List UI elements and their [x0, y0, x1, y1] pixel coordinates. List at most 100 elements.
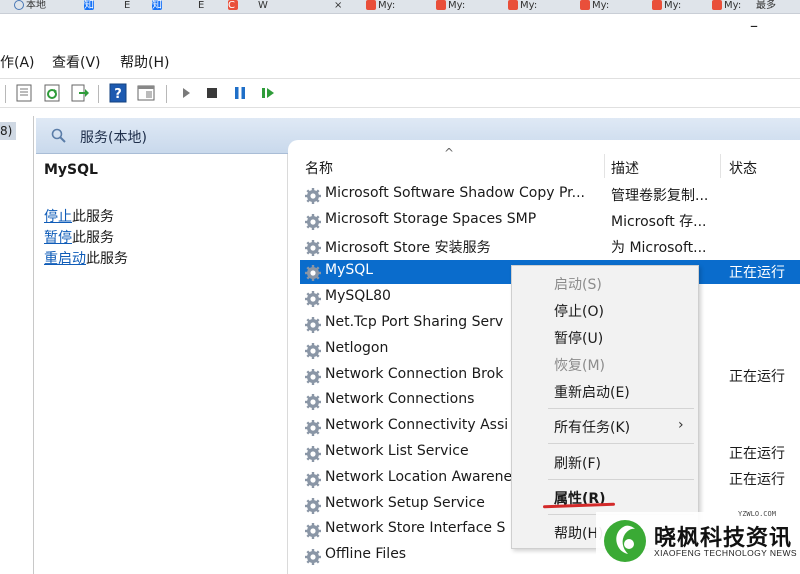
service-status: 正在运行: [729, 265, 785, 282]
menu-item-pause[interactable]: 暂停(U): [554, 328, 603, 348]
column-header-description[interactable]: 描述: [611, 158, 639, 178]
menu-item-all-tasks[interactable]: 所有任务(K): [554, 417, 630, 437]
menu-item-resume: 恢复(M): [554, 358, 606, 374]
taskbar-item-6[interactable]: W: [258, 0, 268, 13]
taskbar-strip: 本地 知 Ë 知 Ë C W × My: My: My: My: My: My:…: [0, 0, 800, 14]
tab-icon: [580, 0, 590, 10]
column-header-name[interactable]: 名称: [305, 158, 333, 178]
tab-icon: [436, 0, 446, 10]
watermark: YZWLO.COM 晓枫科技资讯 XIAOFENG TECHNOLOGY NEW…: [596, 510, 800, 574]
gear-icon: [304, 497, 322, 515]
minimize-button[interactable]: –: [744, 14, 764, 40]
service-status: 正在运行: [729, 368, 785, 385]
column-header-status[interactable]: 状态: [729, 158, 757, 178]
console-tree: 8): [0, 116, 34, 574]
pause-icon[interactable]: [230, 83, 250, 103]
service-description: 为 Microsoft...: [611, 239, 707, 256]
gear-icon: [304, 471, 322, 489]
show-hide-icon[interactable]: [136, 83, 156, 103]
menu-item-start: 启动(S): [554, 277, 602, 293]
stop-link[interactable]: 停止: [44, 209, 72, 225]
tab-icon: [366, 0, 376, 10]
taskbar-item-1[interactable]: 知: [84, 0, 94, 13]
service-description: 管理卷影复制...: [611, 188, 709, 204]
taskbar-item-4[interactable]: Ë: [198, 0, 204, 13]
restart-link[interactable]: 重启动: [44, 251, 86, 267]
menu-action[interactable]: 作(A): [0, 52, 35, 72]
watermark-subtitle: XIAOFENG TECHNOLOGY NEWS: [654, 548, 797, 558]
tab-icon: [508, 0, 518, 10]
stop-action: 停止此服务: [44, 209, 114, 225]
taskbar-item-11[interactable]: My:: [580, 0, 609, 13]
column-divider[interactable]: [604, 154, 605, 178]
gear-icon: [304, 368, 322, 386]
taskbar-item-3[interactable]: 知: [152, 0, 162, 13]
sort-ascending-icon: ^: [444, 146, 455, 160]
taskbar-item-2[interactable]: Ë: [124, 0, 130, 13]
selected-service-name: MySQL: [44, 162, 98, 178]
properties-icon[interactable]: [14, 83, 34, 103]
service-name: Microsoft Store 安装服务: [325, 239, 491, 256]
gear-icon: [304, 239, 322, 257]
help-icon[interactable]: ?: [108, 83, 128, 103]
taskbar-item-13[interactable]: My:: [712, 0, 741, 13]
service-name: Microsoft Software Shadow Copy Pr...: [325, 185, 585, 201]
header-title: 服务(本地): [80, 130, 147, 146]
column-divider[interactable]: [720, 154, 721, 178]
table-row[interactable]: Microsoft Storage Spaces SMP Microsoft 存.…: [300, 209, 800, 233]
menu-bar: 作(A) 查看(V) 帮助(H): [0, 48, 800, 74]
gear-icon: [304, 419, 322, 437]
service-status: 正在运行: [729, 446, 785, 462]
taskbar-item-14[interactable]: 最多: [756, 0, 776, 13]
menu-view[interactable]: 查看(V): [52, 52, 101, 72]
taskbar-item-7[interactable]: ×: [334, 0, 342, 13]
menu-item-restart[interactable]: 重新启动(E): [554, 382, 630, 402]
svg-text:?: ?: [114, 87, 122, 102]
service-name: Microsoft Storage Spaces SMP: [325, 210, 537, 227]
service-description: Microsoft 存...: [611, 213, 707, 230]
tab-icon: [712, 0, 722, 10]
context-menu: 启动(S) 停止(O) 暂停(U) 恢复(M) 重新启动(E) 所有任务(K) …: [511, 265, 699, 549]
xiaofeng-logo-icon: [604, 520, 646, 562]
restart-icon[interactable]: [258, 83, 278, 103]
taskbar-item-8[interactable]: My:: [366, 0, 395, 13]
pause-link[interactable]: 暂停: [44, 230, 72, 246]
taskbar-item-0[interactable]: 本地: [14, 0, 46, 13]
gear-icon: [304, 548, 322, 566]
export-icon[interactable]: [70, 83, 90, 103]
detail-pane: MySQL 停止此服务 暂停此服务 重启动此服务: [36, 154, 288, 574]
gear-icon: [304, 445, 322, 463]
refresh-icon[interactable]: [42, 83, 62, 103]
taskbar-item-12[interactable]: My:: [652, 0, 681, 13]
gear-icon: [304, 522, 322, 540]
service-status: 正在运行: [729, 471, 785, 488]
tree-item-services[interactable]: 8): [0, 122, 16, 140]
gear-icon: [304, 213, 322, 231]
search-icon: [51, 128, 66, 143]
gear-icon: [304, 316, 322, 334]
tab-icon: [652, 0, 662, 10]
menu-help[interactable]: 帮助(H): [120, 52, 169, 72]
taskbar-item-9[interactable]: My:: [436, 0, 465, 13]
play-icon[interactable]: [176, 83, 196, 103]
menu-separator: [548, 408, 694, 409]
toolbar-separator: [166, 85, 167, 103]
stop-icon[interactable]: [202, 83, 222, 103]
menu-item-stop[interactable]: 停止(O): [554, 301, 604, 321]
toolbar-separator: [98, 85, 99, 103]
gear-icon: [304, 264, 322, 282]
gear-icon: [304, 342, 322, 360]
table-row[interactable]: Microsoft Store 安装服务 为 Microsoft...: [300, 235, 800, 259]
toolbar-separator: [5, 85, 6, 103]
services-window: 本地 知 Ë 知 Ë C W × My: My: My: My: My: My:…: [0, 0, 800, 574]
chevron-right-icon: ›: [678, 417, 684, 433]
gear-icon: [304, 187, 322, 205]
table-row[interactable]: Microsoft Software Shadow Copy Pr... 管理卷影…: [300, 183, 800, 207]
gear-icon: [304, 393, 322, 411]
taskbar-item-5[interactable]: C: [228, 0, 238, 13]
menu-separator: [548, 443, 694, 444]
taskbar-item-10[interactable]: My:: [508, 0, 537, 13]
watermark-url: YZWLO.COM: [738, 510, 776, 518]
gear-icon: [304, 290, 322, 308]
menu-item-refresh[interactable]: 刷新(F): [554, 453, 601, 473]
